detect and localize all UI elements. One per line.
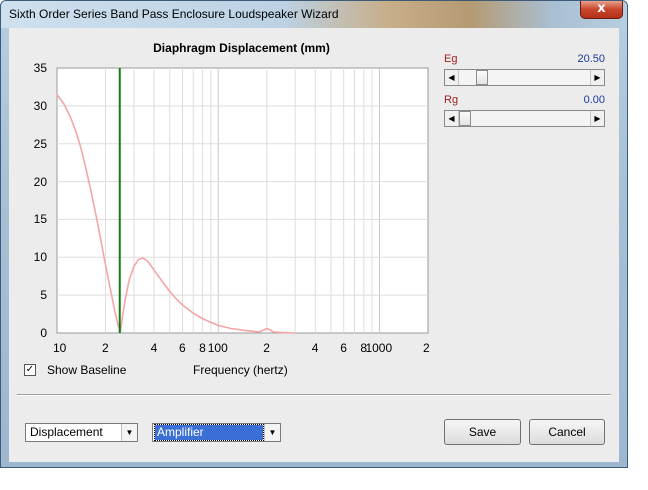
x-tick-label: 8 <box>199 341 206 355</box>
eg-slider-thumb[interactable] <box>476 70 488 85</box>
y-tick-label: 0 <box>40 326 47 340</box>
display-type-combo[interactable]: Displacement ▼ <box>25 423 138 442</box>
chart-plot <box>56 67 429 334</box>
dialog-client-area: Diaphragm Displacement (mm) 35 30 25 20 15 10… <box>9 28 619 462</box>
cancel-button[interactable]: Cancel <box>529 419 605 445</box>
eg-label: Eg <box>444 53 458 65</box>
right-arrow-icon: ▶ <box>594 114 601 123</box>
left-arrow-icon: ◀ <box>448 114 455 123</box>
title-bar[interactable]: Sixth Order Series Band Pass Enclosure L… <box>1 1 627 28</box>
right-arrow-icon: ▶ <box>594 73 601 82</box>
y-tick-label: 20 <box>33 174 47 189</box>
y-tick-label: 15 <box>33 212 47 227</box>
x-tick-label: 10 <box>53 341 67 355</box>
rg-slider-left-button[interactable]: ◀ <box>445 111 459 126</box>
y-tick-label: 10 <box>33 250 47 265</box>
eg-slider-left-button[interactable]: ◀ <box>445 70 459 85</box>
eg-value: 20.50 <box>577 53 605 65</box>
rg-slider-thumb[interactable] <box>459 111 471 126</box>
y-tick-label: 5 <box>40 288 47 303</box>
close-icon: x <box>597 1 606 16</box>
eg-slider-right-button[interactable]: ▶ <box>590 70 604 85</box>
rg-value: 0.00 <box>583 94 605 106</box>
rg-slider[interactable]: ◀ ▶ <box>444 110 605 127</box>
rg-slider-right-button[interactable]: ▶ <box>590 111 604 126</box>
display-type-value: Displacement <box>30 425 103 439</box>
displacement-chart: 35 30 25 20 15 10 5 0 10 2 4 6 8 100 2 4 6 8 1000 2 <box>9 28 449 368</box>
x-tick-label: 4 <box>150 341 158 355</box>
x-tick-label: 6 <box>340 341 347 355</box>
x-tick-label: 2 <box>263 341 270 355</box>
rg-label: Rg <box>444 94 459 106</box>
display-type-dropdown-button[interactable]: ▼ <box>121 424 137 441</box>
x-tick-label: 100 <box>207 341 228 355</box>
x-tick-label: 2 <box>423 341 430 355</box>
source-combo[interactable]: Amplifier ▼ <box>152 423 281 442</box>
wizard-window: Sixth Order Series Band Pass Enclosure L… <box>0 0 628 468</box>
x-axis-label: Frequency (hertz) <box>193 363 288 377</box>
show-baseline-checkbox[interactable]: ✓ <box>24 364 36 376</box>
x-tick-label: 2 <box>102 341 109 355</box>
window-title: Sixth Order Series Band Pass Enclosure L… <box>9 7 339 21</box>
separator <box>17 394 611 396</box>
chevron-down-icon: ▼ <box>125 428 134 437</box>
x-tick-label: 1000 <box>365 341 393 355</box>
checkmark-icon: ✓ <box>25 364 35 375</box>
chevron-down-icon: ▼ <box>268 428 277 437</box>
y-tick-label: 25 <box>33 136 47 151</box>
x-tick-label: 4 <box>311 341 319 355</box>
close-button[interactable]: x <box>580 1 623 19</box>
y-tick-label: 35 <box>33 61 47 75</box>
source-dropdown-button[interactable]: ▼ <box>264 424 280 441</box>
x-tick-label: 6 <box>178 341 186 355</box>
show-baseline-label[interactable]: Show Baseline <box>47 363 126 377</box>
left-arrow-icon: ◀ <box>448 73 455 82</box>
y-tick-label: 30 <box>33 98 47 113</box>
save-button[interactable]: Save <box>444 419 521 445</box>
source-value: Amplifier <box>154 424 264 441</box>
eg-slider[interactable]: ◀ ▶ <box>444 69 605 86</box>
